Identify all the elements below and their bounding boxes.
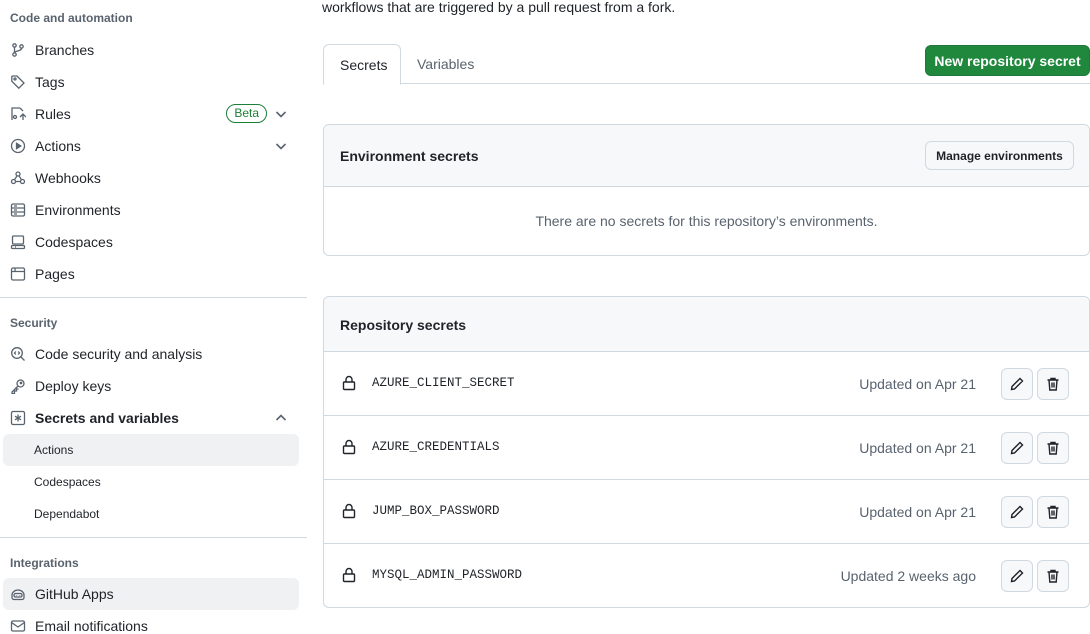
- sidebar-item-actions[interactable]: Actions: [3, 130, 299, 162]
- browser-icon: [10, 266, 26, 282]
- settings-sidebar: Code and automation Branches Tags Rules …: [0, 0, 308, 634]
- secret-updated: Updated 2 weeks ago: [840, 568, 976, 584]
- new-repository-secret-button[interactable]: New repository secret: [925, 45, 1090, 76]
- pencil-icon: [1010, 441, 1024, 455]
- sidebar-item-label: Email notifications: [35, 618, 148, 634]
- pencil-icon: [1010, 505, 1024, 519]
- sidebar-item-github-apps[interactable]: GitHub Apps: [3, 578, 299, 610]
- trash-icon: [1047, 569, 1059, 583]
- section-heading-integrations: Integrations: [10, 556, 79, 570]
- secret-updated: Updated on Apr 21: [859, 440, 976, 456]
- sidebar-item-label: Branches: [35, 42, 95, 58]
- edit-secret-button[interactable]: [1001, 368, 1033, 400]
- codespaces-icon: [10, 234, 26, 250]
- lock-icon: [342, 503, 356, 519]
- sidebar-divider: [0, 297, 307, 298]
- delete-secret-button[interactable]: [1037, 368, 1069, 400]
- secret-name: AZURE_CLIENT_SECRET: [372, 376, 515, 390]
- sidebar-divider: [0, 537, 307, 538]
- sidebar-item-label: GitHub Apps: [35, 586, 114, 602]
- delete-secret-button[interactable]: [1037, 432, 1069, 464]
- environment-secrets-header: Environment secrets Manage environments: [324, 125, 1089, 187]
- lock-icon: [342, 439, 356, 455]
- secret-name: JUMP_BOX_PASSWORD: [372, 504, 500, 518]
- environment-secrets-title: Environment secrets: [340, 148, 479, 164]
- branch-icon: [10, 42, 26, 58]
- sidebar-item-label: Secrets and variables: [35, 410, 179, 426]
- sidebar-item-label: Rules: [35, 106, 71, 122]
- rules-icon: [10, 106, 26, 122]
- tab-variables[interactable]: Variables: [401, 44, 490, 84]
- server-icon: [10, 202, 26, 218]
- repository-secrets-list: AZURE_CLIENT_SECRET Updated on Apr 21 AZ…: [324, 352, 1089, 607]
- secret-name: AZURE_CREDENTIALS: [372, 440, 500, 454]
- pencil-icon: [1010, 377, 1024, 391]
- edit-secret-button[interactable]: [1001, 496, 1033, 528]
- sidebar-item-tags[interactable]: Tags: [3, 66, 299, 98]
- pencil-icon: [1010, 569, 1024, 583]
- secret-updated: Updated on Apr 21: [859, 504, 976, 520]
- asterisk-icon: [10, 410, 26, 426]
- sidebar-item-environments[interactable]: Environments: [3, 194, 299, 226]
- lock-icon: [342, 375, 356, 391]
- trash-icon: [1047, 505, 1059, 519]
- environment-secrets-empty-message: There are no secrets for this repository…: [535, 213, 878, 229]
- webhook-icon: [10, 170, 26, 186]
- chevron-up-icon[interactable]: [273, 410, 289, 426]
- sidebar-item-label: Code security and analysis: [35, 346, 203, 362]
- section-heading-security: Security: [10, 316, 58, 330]
- play-icon: [10, 138, 26, 154]
- lock-icon: [342, 567, 356, 583]
- repository-secrets-title: Repository secrets: [340, 317, 467, 333]
- manage-environments-button[interactable]: Manage environments: [925, 141, 1074, 170]
- sidebar-item-pages[interactable]: Pages: [3, 258, 299, 290]
- sidebar-subitem-codespaces[interactable]: Codespaces: [3, 466, 299, 498]
- sidebar-item-email-notifications[interactable]: Email notifications: [3, 610, 299, 634]
- mail-icon: [10, 618, 26, 634]
- chevron-down-icon[interactable]: [273, 138, 289, 154]
- sidebar-item-deploy-keys[interactable]: Deploy keys: [3, 370, 299, 402]
- apps-icon: [10, 586, 26, 602]
- sidebar-item-rules[interactable]: Rules Beta: [3, 98, 299, 130]
- repository-secrets-box: Repository secrets AZURE_CLIENT_SECRET U…: [323, 296, 1090, 608]
- sidebar-item-codespaces[interactable]: Codespaces: [3, 226, 299, 258]
- key-icon: [10, 378, 26, 394]
- sidebar-item-label: Actions: [35, 138, 81, 154]
- sidebar-item-branches[interactable]: Branches: [3, 34, 299, 66]
- secret-row: AZURE_CLIENT_SECRET Updated on Apr 21: [324, 352, 1089, 416]
- tab-secrets[interactable]: Secrets: [323, 44, 401, 85]
- chevron-down-icon[interactable]: [273, 106, 289, 122]
- sidebar-item-label: Pages: [35, 266, 75, 282]
- sidebar-subitem-dependabot[interactable]: Dependabot: [3, 498, 299, 530]
- secret-row: JUMP_BOX_PASSWORD Updated on Apr 21: [324, 480, 1089, 544]
- repository-secrets-header: Repository secrets: [324, 297, 1089, 352]
- secret-name: MYSQL_ADMIN_PASSWORD: [372, 568, 523, 582]
- delete-secret-button[interactable]: [1037, 560, 1069, 592]
- sidebar-item-webhooks[interactable]: Webhooks: [3, 162, 299, 194]
- sidebar-item-code-security[interactable]: Code security and analysis: [3, 338, 299, 370]
- sidebar-item-label: Deploy keys: [35, 378, 112, 394]
- section-heading-code-automation: Code and automation: [10, 11, 133, 25]
- beta-badge: Beta: [226, 104, 267, 123]
- sidebar-item-secrets-and-variables[interactable]: Secrets and variables: [3, 402, 299, 434]
- trash-icon: [1047, 377, 1059, 391]
- sidebar-item-label: Codespaces: [35, 234, 113, 250]
- edit-secret-button[interactable]: [1001, 432, 1033, 464]
- edit-secret-button[interactable]: [1001, 560, 1033, 592]
- intro-text: workflows that are triggered by a pull r…: [322, 0, 676, 15]
- trash-icon: [1047, 441, 1059, 455]
- codescan-icon: [10, 346, 26, 362]
- sidebar-item-label: Tags: [35, 74, 65, 90]
- tag-icon: [10, 74, 26, 90]
- environment-secrets-box: Environment secrets Manage environments …: [323, 124, 1090, 256]
- sidebar-item-label: Environments: [35, 202, 121, 218]
- sidebar-item-label: Webhooks: [35, 170, 101, 186]
- secret-row: MYSQL_ADMIN_PASSWORD Updated 2 weeks ago: [324, 544, 1089, 607]
- secret-row: AZURE_CREDENTIALS Updated on Apr 21: [324, 416, 1089, 480]
- delete-secret-button[interactable]: [1037, 496, 1069, 528]
- secret-updated: Updated on Apr 21: [859, 376, 976, 392]
- sidebar-subitem-actions[interactable]: Actions: [3, 434, 299, 466]
